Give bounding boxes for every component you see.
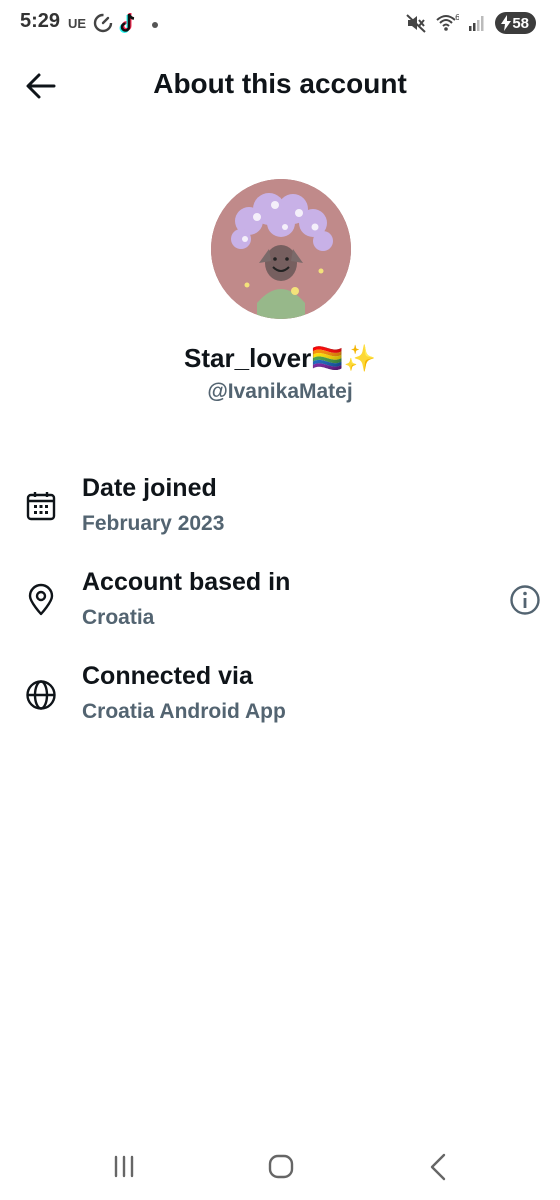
info-icon bbox=[510, 585, 540, 615]
date-joined-label: Date joined bbox=[82, 474, 217, 502]
connected-via-value: Croatia Android App bbox=[82, 700, 286, 723]
signal-icon bbox=[469, 16, 484, 31]
connected-via-row: Connected via Croatia Android App bbox=[0, 658, 560, 738]
globe-icon bbox=[26, 680, 56, 710]
connected-via-label: Connected via bbox=[82, 662, 253, 690]
date-joined-value: February 2023 bbox=[82, 512, 225, 535]
about-account-screen: 5:29 UE 6 58 About this account Star_lov… bbox=[0, 0, 560, 1200]
avatar[interactable] bbox=[211, 179, 351, 319]
avatar-image bbox=[211, 179, 351, 319]
status-right-icons: 6 58 bbox=[405, 12, 536, 34]
account-based-in-row: Account based in Croatia bbox=[0, 564, 560, 644]
notification-dot-icon bbox=[152, 22, 159, 28]
data-saver-icon bbox=[93, 13, 113, 33]
status-left-icons: UE bbox=[68, 12, 162, 34]
status-bar: 5:29 UE 6 58 bbox=[0, 0, 560, 48]
system-nav-bar bbox=[0, 1140, 560, 1200]
home-button[interactable] bbox=[261, 1152, 301, 1182]
back-icon bbox=[430, 1153, 446, 1181]
mute-icon bbox=[406, 14, 426, 33]
tiktok-icon bbox=[119, 13, 135, 33]
date-joined-row: Date joined February 2023 bbox=[0, 470, 560, 550]
account-based-in-label: Account based in bbox=[82, 568, 291, 596]
carrier-badge: UE bbox=[68, 15, 87, 31]
battery-charging-icon bbox=[501, 15, 512, 31]
recent-apps-button[interactable] bbox=[104, 1152, 144, 1182]
page-title: About this account bbox=[153, 68, 407, 99]
svg-text:6: 6 bbox=[455, 13, 459, 22]
wifi-icon: 6 bbox=[436, 13, 459, 31]
location-pin-icon bbox=[28, 583, 54, 616]
recent-apps-icon bbox=[114, 1155, 134, 1178]
location-info-button[interactable] bbox=[508, 583, 542, 617]
status-time: 5:29 bbox=[20, 10, 61, 32]
home-icon bbox=[268, 1154, 294, 1179]
display-name: Star_lover🏳️‍🌈✨ bbox=[184, 343, 376, 373]
battery-level: 58 bbox=[512, 14, 529, 32]
header: About this account bbox=[0, 56, 560, 116]
calendar-icon bbox=[26, 492, 56, 521]
system-back-button[interactable] bbox=[418, 1152, 458, 1182]
account-based-in-value: Croatia bbox=[82, 606, 155, 629]
username-handle: @IvanikaMatej bbox=[207, 380, 353, 403]
battery-indicator: 58 bbox=[495, 12, 536, 34]
